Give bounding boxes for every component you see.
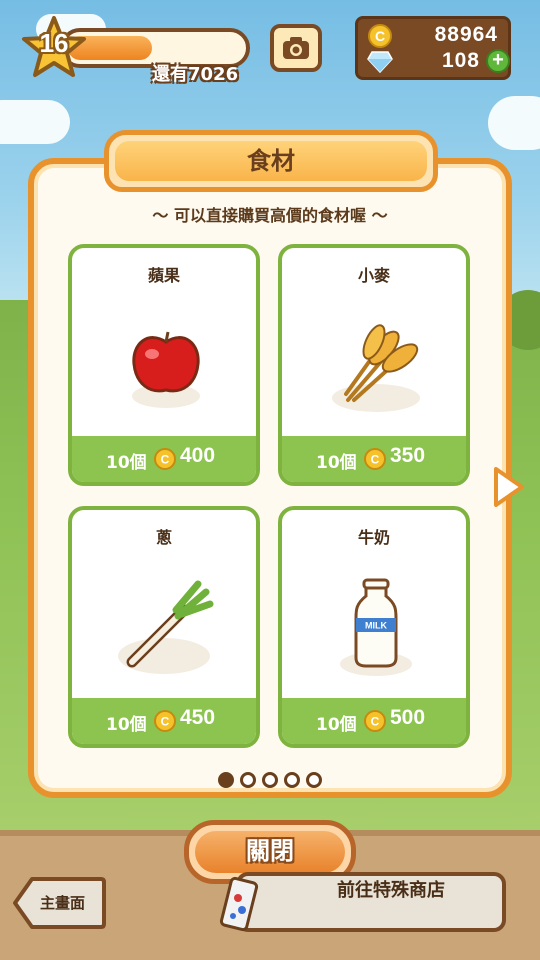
coin-icon: C: [154, 710, 176, 732]
panel-subtitle: ～ 可以直接購買高價的食材喔 ～: [152, 206, 388, 225]
price-bar: 10個 C 500: [282, 698, 466, 744]
item-quantity: 10個: [106, 715, 147, 735]
panel-title: 食材: [247, 147, 295, 175]
coin-icon: C: [368, 24, 392, 48]
svg-text:C: C: [375, 28, 385, 44]
home-button[interactable]: 主畫面: [12, 876, 106, 930]
home-button-label: 主畫面: [40, 894, 86, 912]
item-card-wheat[interactable]: 小麥 10個 C 350: [278, 244, 470, 486]
page-dot[interactable]: [240, 772, 256, 788]
apple-icon: [132, 331, 200, 408]
gem-row: 108 +: [364, 49, 510, 75]
milk-icon: MILK: [340, 578, 412, 676]
cloud: [0, 100, 70, 144]
item-name: 蘋果: [147, 266, 180, 285]
item-card-milk[interactable]: 牛奶 MILK 10個 C 500: [278, 506, 470, 748]
item-name: 牛奶: [357, 528, 390, 547]
panel-title-banner: 食材: [115, 141, 427, 181]
item-name: 小麥: [357, 266, 390, 285]
camera-button[interactable]: [270, 24, 322, 72]
coin-amount: 88964: [434, 23, 498, 46]
item-card-apple[interactable]: 蘋果 10個 C 400: [68, 244, 260, 486]
page-dot[interactable]: [262, 772, 278, 788]
ticket-icon: [219, 876, 259, 932]
leek-icon: [118, 580, 214, 674]
camera-icon: [283, 37, 309, 59]
svg-text:C: C: [371, 453, 380, 467]
pagination-dots: [218, 772, 328, 790]
price-bar: 10個 C 450: [72, 698, 256, 744]
page-dot[interactable]: [306, 772, 322, 788]
milk-label: MILK: [365, 621, 387, 631]
item-price: 400: [180, 444, 216, 467]
close-button-inner: 關閉: [195, 831, 345, 873]
item-price: 450: [180, 706, 216, 729]
svg-text:C: C: [161, 453, 170, 467]
item-price: 350: [390, 444, 426, 467]
exp-remaining-text: 還有7026: [152, 64, 239, 85]
panel-title-tab: 食材: [104, 130, 438, 192]
cloud: [488, 96, 540, 150]
level-number: 16: [39, 28, 69, 58]
close-button-label: 關閉: [246, 837, 294, 865]
currency-panel: C 88964 108 +: [355, 16, 511, 80]
coin-icon: C: [154, 448, 176, 470]
item-price: 500: [390, 706, 426, 729]
diamond-icon: [367, 51, 393, 73]
gem-amount: 108: [441, 49, 480, 72]
item-quantity: 10個: [316, 453, 357, 473]
page-dot[interactable]: [284, 772, 300, 788]
item-card-leek[interactable]: 蔥 10個 C 450: [68, 506, 260, 748]
price-bar: 10個 C 400: [72, 436, 256, 482]
page-dot[interactable]: [218, 772, 234, 788]
next-page-arrow-icon[interactable]: [492, 466, 526, 508]
svg-text:C: C: [371, 715, 380, 729]
item-quantity: 10個: [316, 715, 357, 735]
coin-icon: C: [364, 448, 386, 470]
special-shop-button[interactable]: 前往特殊商店: [236, 872, 506, 932]
item-name: 蔥: [155, 528, 172, 547]
wheat-icon: [332, 324, 420, 412]
coin-icon: C: [364, 710, 386, 732]
svg-text:C: C: [161, 715, 170, 729]
coin-row: C 88964: [364, 23, 504, 49]
special-shop-label: 前往特殊商店: [337, 880, 445, 901]
item-quantity: 10個: [106, 453, 147, 473]
price-bar: 10個 C 350: [282, 436, 466, 482]
add-gems-button[interactable]: +: [486, 49, 510, 73]
